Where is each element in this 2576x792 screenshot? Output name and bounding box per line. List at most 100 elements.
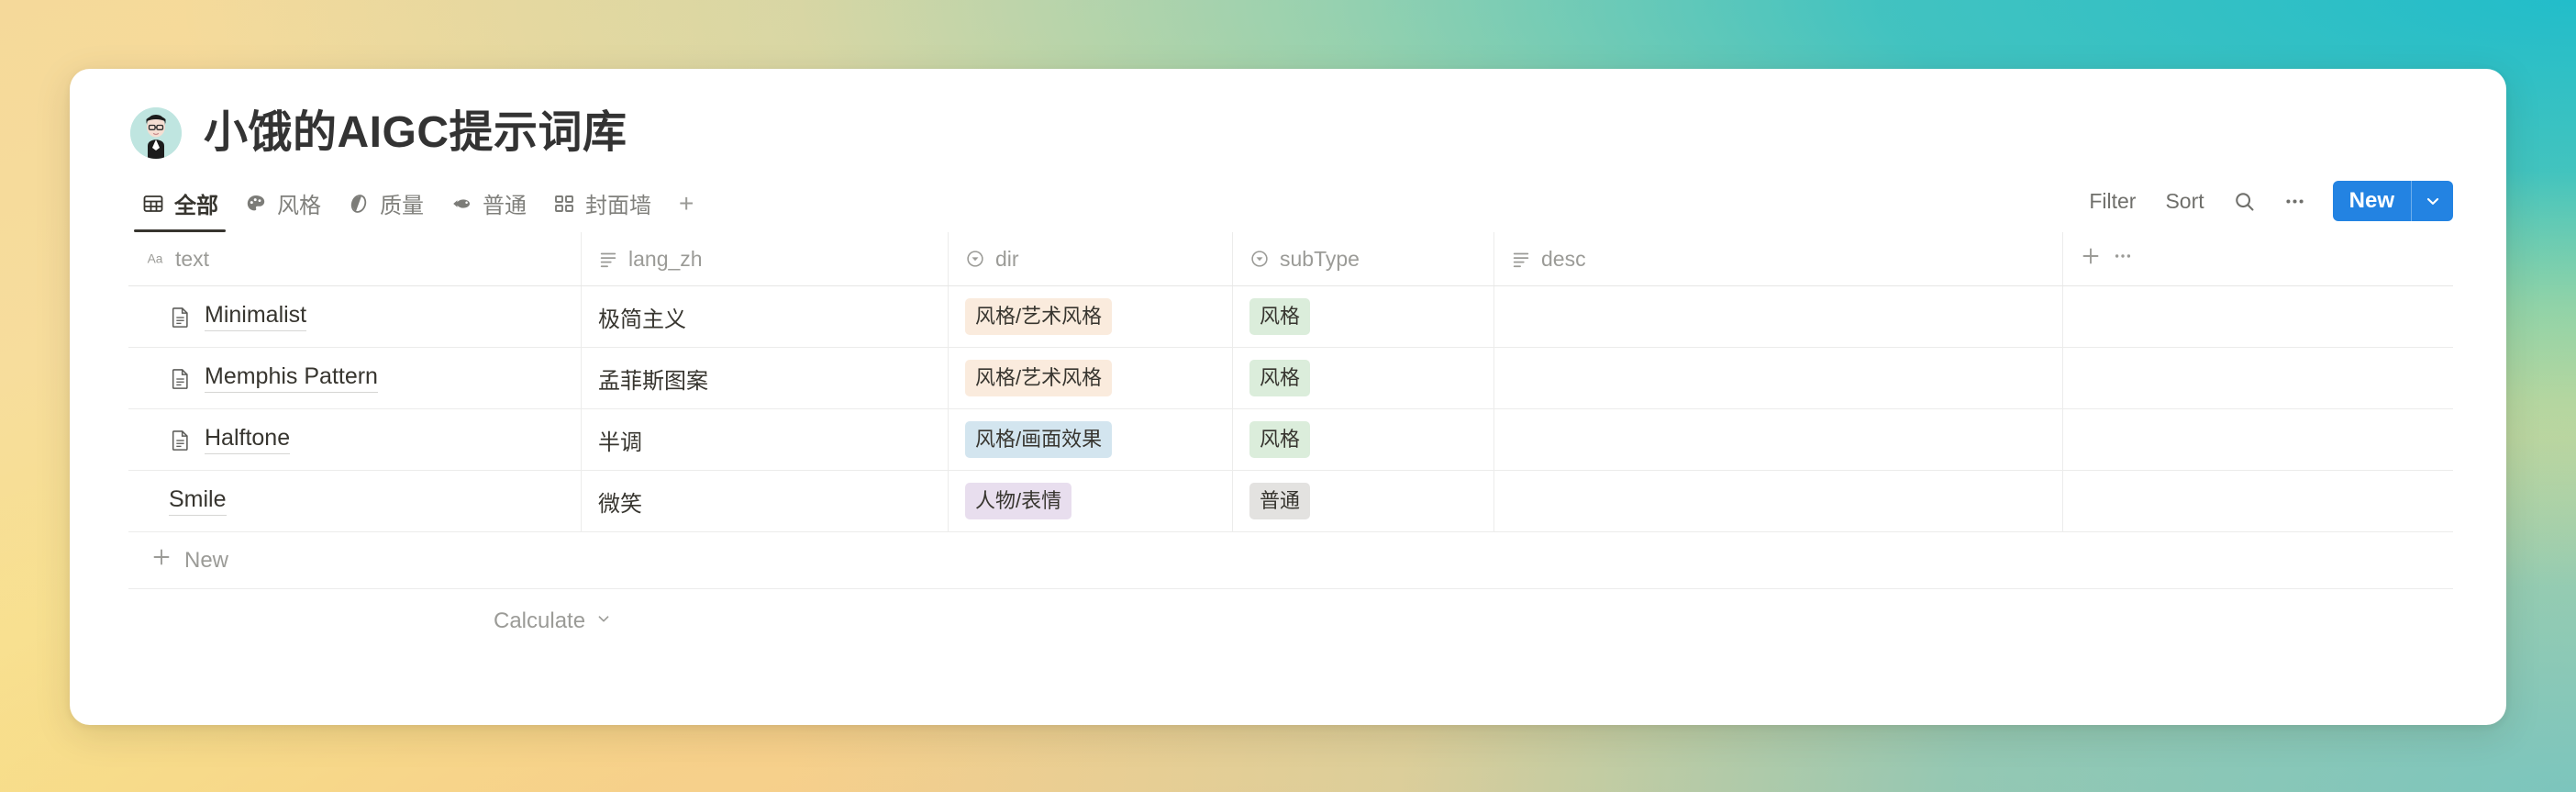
add-view-button[interactable]: +	[664, 190, 703, 229]
page-icon	[169, 306, 192, 329]
cell-subType[interactable]: 普通	[1233, 471, 1494, 531]
cell-dir[interactable]: 风格/艺术风格	[949, 286, 1233, 347]
avatar	[130, 107, 182, 159]
text-lines-icon	[598, 249, 618, 269]
column-label: desc	[1541, 246, 1586, 271]
table-row[interactable]: Minimalist 极简主义 风格/艺术风格 风格	[128, 286, 2453, 348]
cell-lang_zh[interactable]: 孟菲斯图案	[582, 348, 949, 408]
table-header-row: Aa text lang_zh dir subType desc	[128, 232, 2453, 286]
database-toolbar: Filter Sort New	[2074, 181, 2453, 232]
add-row-label: New	[184, 547, 229, 573]
new-button-group: New	[2332, 181, 2453, 221]
table-icon	[141, 192, 165, 216]
tag-subtype: 风格	[1249, 298, 1311, 335]
tab-label: 全部	[174, 194, 218, 218]
palette-icon	[244, 192, 268, 216]
chevron-down-icon[interactable]	[2411, 181, 2453, 221]
cell-empty	[2063, 286, 2453, 347]
filter-button[interactable]: Filter	[2074, 184, 2150, 219]
gallery-icon	[552, 192, 576, 216]
page-header: 小饿的AIGC提示词库	[70, 69, 2506, 159]
table-header: Aa text lang_zh dir subType desc	[128, 232, 2453, 286]
page-title: 小饿的AIGC提示词库	[204, 107, 627, 157]
table-row[interactable]: Memphis Pattern 孟菲斯图案 风格/艺术风格 风格	[128, 348, 2453, 409]
search-icon[interactable]	[2219, 184, 2270, 218]
table-footer: Calculate	[128, 589, 2453, 653]
tag-dir: 风格/艺术风格	[965, 360, 1113, 396]
column-header-lang_zh[interactable]: lang_zh	[582, 232, 949, 285]
cell-dir[interactable]: 风格/艺术风格	[949, 348, 1233, 408]
person-avatar-icon	[130, 107, 182, 159]
row-title-link[interactable]: Halftone	[205, 425, 291, 454]
row-title-link[interactable]: Memphis Pattern	[205, 363, 378, 393]
cell-subType[interactable]: 风格	[1233, 286, 1494, 347]
cell-text[interactable]: Halftone	[128, 409, 582, 470]
title-aa-icon: Aa	[145, 249, 165, 269]
tab-label: 质量	[380, 194, 424, 218]
calculate-label: Calculate	[494, 608, 586, 633]
cell-empty	[2063, 348, 2453, 408]
column-label: subType	[1280, 246, 1360, 271]
column-header-dir[interactable]: dir	[949, 232, 1233, 285]
cell-lang_zh[interactable]: 半调	[582, 409, 949, 470]
cell-subType[interactable]: 风格	[1233, 348, 1494, 408]
row-title-link[interactable]: Smile	[169, 486, 227, 516]
cell-text[interactable]: Memphis Pattern	[128, 348, 582, 408]
ellipsis-icon[interactable]	[2270, 184, 2320, 218]
tag-subtype: 风格	[1249, 421, 1311, 458]
column-label: dir	[995, 246, 1019, 271]
cell-empty	[2063, 471, 2453, 531]
cell-desc[interactable]	[1494, 409, 2063, 470]
cell-empty	[2063, 409, 2453, 470]
view-bar: 全部 风格 质量 普通 封面墙 + Filter Sort New	[128, 181, 2453, 232]
ellipsis-icon[interactable]	[2112, 245, 2134, 273]
row-title: Minimalist	[145, 302, 307, 331]
row-title-link[interactable]: Minimalist	[205, 302, 307, 331]
tag-dir: 人物/表情	[965, 483, 1072, 519]
tab-normal[interactable]: 普通	[437, 187, 539, 232]
cell-dir[interactable]: 人物/表情	[949, 471, 1233, 531]
plus-icon[interactable]	[2080, 245, 2102, 273]
column-header-text[interactable]: Aa text	[128, 232, 582, 285]
page-icon	[169, 429, 192, 452]
calculate-button[interactable]: Calculate	[494, 608, 613, 634]
cell-lang_zh[interactable]: 微笑	[582, 471, 949, 531]
database-card: 小饿的AIGC提示词库 全部 风格 质量 普通 封面墙 + Filter Sor…	[70, 69, 2506, 725]
new-button[interactable]: New	[2333, 181, 2411, 221]
tab-label: 普通	[483, 194, 527, 218]
text-lines-icon	[1511, 249, 1531, 269]
cell-desc[interactable]	[1494, 348, 2063, 408]
fish-icon	[450, 192, 473, 216]
view-tabs: 全部 风格 质量 普通 封面墙 +	[128, 187, 703, 232]
chevron-down-icon	[594, 608, 613, 634]
tag-dir: 风格/画面效果	[965, 421, 1113, 458]
table-row[interactable]: Smile 微笑 人物/表情 普通	[128, 471, 2453, 532]
add-row-button[interactable]: New	[128, 532, 2453, 589]
tab-cover-wall[interactable]: 封面墙	[539, 187, 664, 232]
svg-text:Aa: Aa	[148, 252, 163, 266]
tab-style[interactable]: 风格	[231, 187, 334, 232]
column-label: text	[175, 246, 210, 271]
cell-lang_zh[interactable]: 极简主义	[582, 286, 949, 347]
select-icon	[1249, 249, 1270, 269]
tag-dir: 风格/艺术风格	[965, 298, 1113, 335]
tab-quality[interactable]: 质量	[334, 187, 437, 232]
column-header-desc[interactable]: desc	[1494, 232, 2063, 285]
contrast-icon	[347, 192, 371, 216]
column-label: lang_zh	[628, 246, 703, 271]
cell-desc[interactable]	[1494, 471, 2063, 531]
cell-text[interactable]: Minimalist	[128, 286, 582, 347]
cell-text[interactable]: Smile	[128, 471, 582, 531]
cell-subType[interactable]: 风格	[1233, 409, 1494, 470]
tag-subtype: 普通	[1249, 483, 1311, 519]
cell-desc[interactable]	[1494, 286, 2063, 347]
select-icon	[965, 249, 985, 269]
plus-icon	[150, 546, 172, 574]
cell-dir[interactable]: 风格/画面效果	[949, 409, 1233, 470]
page-icon	[169, 367, 192, 390]
tab-all[interactable]: 全部	[128, 187, 231, 232]
column-header-subType[interactable]: subType	[1233, 232, 1494, 285]
tab-label: 风格	[277, 194, 321, 218]
table-row[interactable]: Halftone 半调 风格/画面效果 风格	[128, 409, 2453, 471]
sort-button[interactable]: Sort	[2150, 184, 2218, 219]
